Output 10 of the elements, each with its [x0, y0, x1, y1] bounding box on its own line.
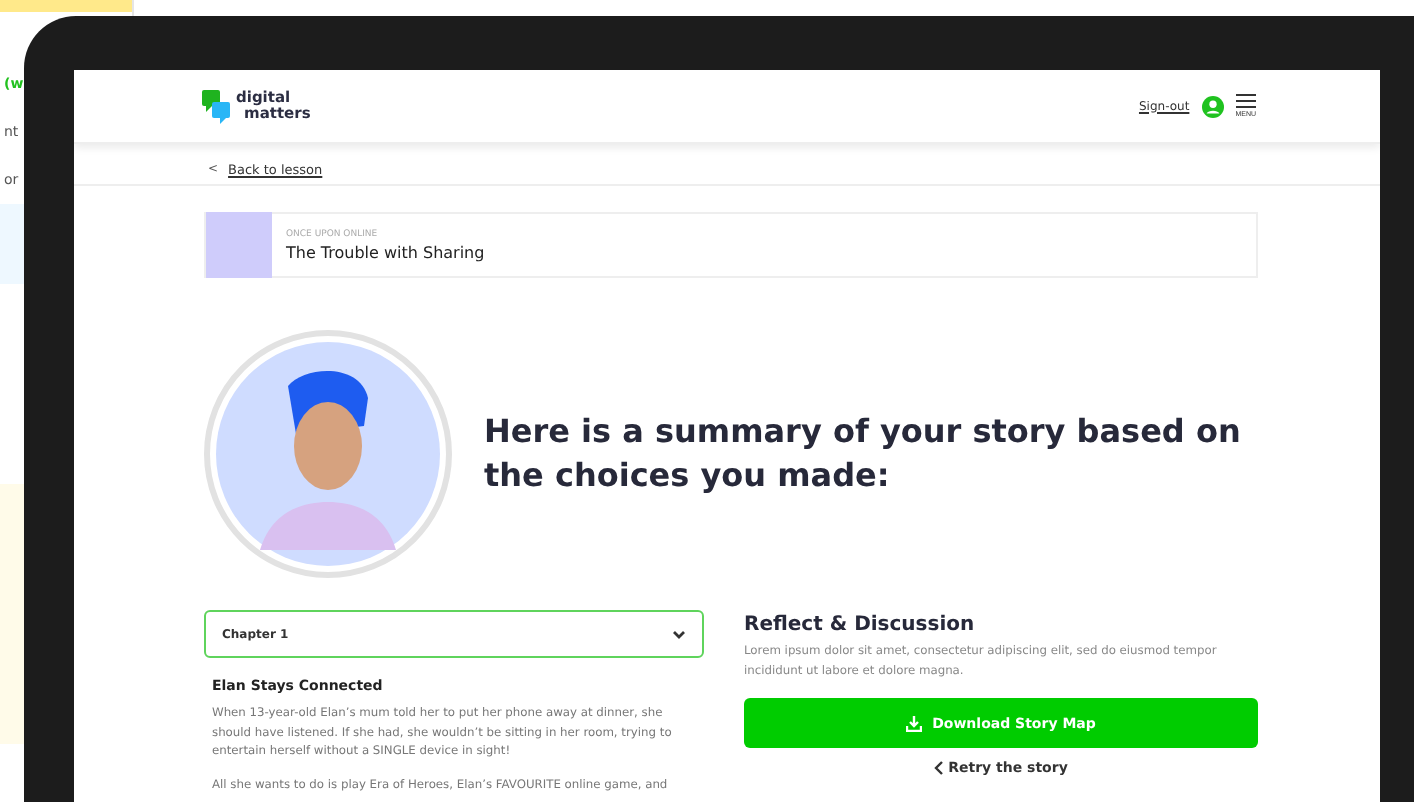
lesson-thumbnail — [206, 212, 272, 278]
banner-strip — [0, 0, 132, 12]
lesson-title: The Trouble with Sharing — [286, 243, 485, 261]
user-icon[interactable] — [1201, 95, 1224, 117]
download-icon — [906, 715, 923, 731]
summary-heading: Here is a summary of your story based on the choices you made: — [484, 410, 1243, 498]
chevron-icon — [672, 629, 686, 639]
reflect-title: Reflect & Discussion — [744, 614, 977, 636]
speech-bubbles-icon — [202, 88, 232, 124]
chevron-left-icon — [934, 760, 945, 776]
